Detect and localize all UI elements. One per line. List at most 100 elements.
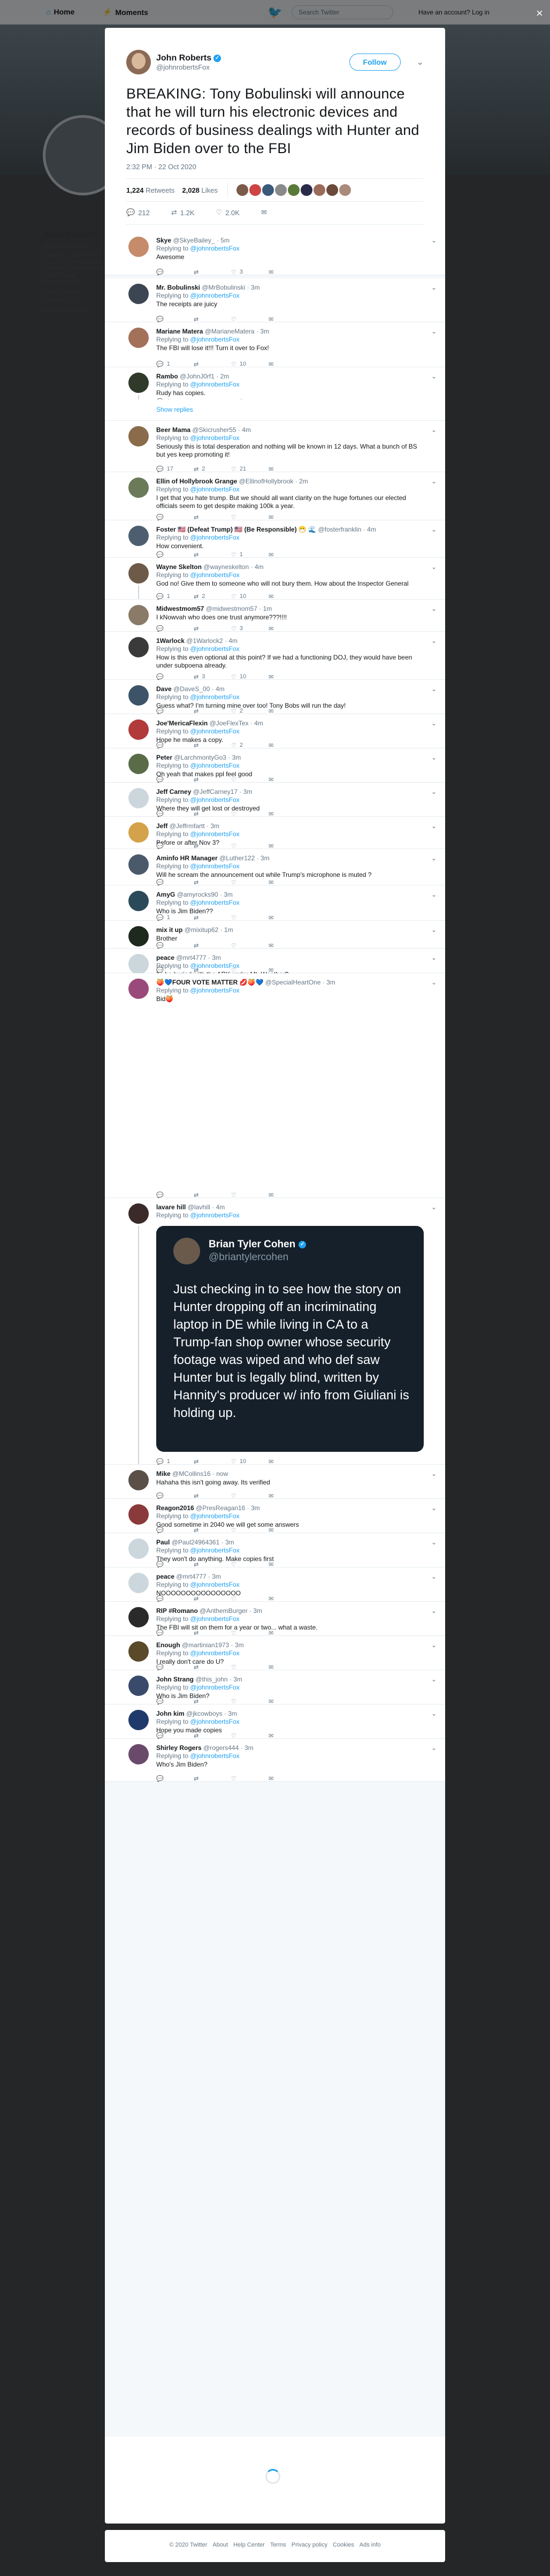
reply-timestamp[interactable]: 4m	[254, 719, 263, 727]
chevron-down-icon[interactable]: ⌄	[431, 1504, 437, 1512]
mention-link[interactable]: @johnrobertsFox	[190, 1615, 239, 1623]
reply-timestamp[interactable]: 3m	[261, 854, 270, 862]
avatar[interactable]	[128, 719, 149, 740]
chevron-down-icon[interactable]: ⌄	[431, 788, 437, 795]
avatar[interactable]	[128, 605, 149, 625]
mention-link[interactable]: @johnrobertsFox	[190, 862, 239, 870]
reply-author-name[interactable]: lavare hill	[156, 1203, 186, 1211]
reply-timestamp[interactable]: 2m	[220, 373, 230, 380]
avatar[interactable]	[128, 1573, 149, 1593]
footer-link[interactable]: Help Center	[233, 2542, 265, 2562]
avatar[interactable]	[128, 1744, 149, 1764]
avatar[interactable]	[300, 184, 312, 196]
reply-timestamp[interactable]: 3m	[225, 1539, 234, 1546]
avatar[interactable]	[249, 184, 261, 196]
avatar[interactable]	[128, 373, 149, 393]
reply-author-name[interactable]: Joe'MericaFlexin	[156, 719, 208, 727]
mention-link[interactable]: @johnrobertsFox	[190, 336, 239, 343]
reply-timestamp[interactable]: 3m	[260, 328, 269, 335]
chevron-down-icon[interactable]: ⌄	[431, 237, 437, 244]
tweet-timestamp[interactable]: 2:32 PM · 22 Oct 2020	[126, 163, 424, 171]
chevron-down-icon[interactable]: ⌄	[431, 563, 437, 571]
like-button[interactable]: ♡ 2.0K	[216, 208, 240, 217]
chevron-down-icon[interactable]: ⌄	[431, 685, 437, 693]
reply-author-name[interactable]: Mike	[156, 1470, 171, 1478]
chevron-down-icon[interactable]: ⌄	[431, 1470, 437, 1478]
mention-link[interactable]: @johnrobertsFox	[190, 434, 239, 442]
reply-author-name[interactable]: Rambo	[156, 373, 178, 380]
footer-link[interactable]: Ads info	[360, 2542, 381, 2562]
retweet-button[interactable]: ⇄	[194, 1775, 231, 1783]
avatar[interactable]	[128, 891, 149, 911]
reply-author-name[interactable]: Wayne Skelton	[156, 563, 202, 571]
mention-link[interactable]: @johnrobertsFox	[190, 1547, 239, 1554]
avatar[interactable]	[128, 1607, 149, 1627]
reply-author-name[interactable]: John Strang	[156, 1676, 194, 1683]
avatar[interactable]	[326, 184, 338, 196]
reply-timestamp[interactable]: 4m	[255, 563, 264, 571]
mention-link[interactable]: @johnrobertsFox	[190, 245, 239, 252]
avatar[interactable]	[128, 1710, 149, 1730]
mention-link[interactable]: @johnrobertsFox	[190, 1649, 239, 1657]
mention-link[interactable]: @johnrobertsFox	[190, 1512, 239, 1520]
avatar[interactable]	[128, 788, 149, 808]
reply-author-name[interactable]: Reagon2016	[156, 1504, 194, 1512]
reply-author-name[interactable]: Jeff Carney	[156, 788, 191, 795]
like-button[interactable]: ♡	[231, 1775, 269, 1783]
chevron-down-icon[interactable]: ⌄	[431, 1710, 437, 1717]
reply-author-name[interactable]: Aminfo HR Manager	[156, 854, 218, 862]
reply-timestamp[interactable]: 4m	[242, 426, 251, 434]
chevron-down-icon[interactable]: ⌄	[431, 284, 437, 291]
chevron-down-icon[interactable]: ⌄	[431, 954, 437, 961]
share-button[interactable]: ✉	[269, 1775, 306, 1783]
chevron-down-icon[interactable]: ⌄	[431, 854, 437, 862]
chevron-down-icon[interactable]: ⌄	[431, 328, 437, 335]
reply-author-name[interactable]: Mariane Matera	[156, 328, 203, 335]
reply-author-name[interactable]: AmyG	[156, 891, 175, 898]
chevron-down-icon[interactable]: ⌄	[431, 719, 437, 727]
avatar[interactable]	[287, 184, 300, 196]
avatar[interactable]	[128, 284, 149, 304]
reply-timestamp[interactable]: 3m	[212, 1573, 221, 1580]
chevron-down-icon[interactable]: ⌄	[417, 57, 424, 67]
retweets-stat[interactable]: 1,224 Retweets	[126, 186, 174, 194]
footer-link[interactable]: Cookies	[333, 2542, 354, 2562]
retweet-button[interactable]: ⇄	[194, 269, 231, 276]
retweet-button[interactable]: ⇄ 1.2K	[171, 208, 195, 217]
chevron-down-icon[interactable]: ⌄	[431, 1641, 437, 1649]
avatar[interactable]	[128, 1203, 149, 1224]
reply-timestamp[interactable]: 3m	[212, 954, 221, 961]
reply-timestamp[interactable]: 3m	[210, 822, 219, 830]
reply-timestamp[interactable]: 1m	[224, 926, 233, 934]
avatar[interactable]	[339, 184, 351, 196]
reply-timestamp[interactable]: 5m	[220, 237, 230, 244]
avatar[interactable]	[274, 184, 287, 196]
reply-author-name[interactable]: 1Warlock	[156, 637, 185, 645]
avatar[interactable]	[128, 637, 149, 657]
mention-link[interactable]: @johnrobertsFox	[190, 534, 239, 541]
reply-author-name[interactable]: RIP #Romano	[156, 1607, 198, 1615]
chevron-down-icon[interactable]: ⌄	[431, 926, 437, 934]
avatar[interactable]	[128, 1504, 149, 1525]
mention-link[interactable]: @johnrobertsFox	[190, 693, 239, 701]
reply-author-name[interactable]: Enough	[156, 1641, 180, 1649]
chevron-down-icon[interactable]: ⌄	[431, 1539, 437, 1546]
reply-button[interactable]: 💬	[156, 1775, 194, 1783]
reply-author-name[interactable]: Midwestmom57	[156, 605, 204, 612]
chevron-down-icon[interactable]: ⌄	[431, 891, 437, 898]
reply-timestamp[interactable]: 3m	[326, 979, 335, 986]
reply-timestamp[interactable]: 3m	[228, 1710, 237, 1717]
footer-link[interactable]: Privacy policy	[292, 2542, 327, 2562]
chevron-down-icon[interactable]: ⌄	[431, 1607, 437, 1615]
avatar[interactable]	[128, 1676, 149, 1696]
reply-timestamp[interactable]: 3m	[251, 284, 260, 291]
avatar[interactable]	[128, 426, 149, 446]
avatar[interactable]	[128, 1470, 149, 1490]
avatar[interactable]	[128, 822, 149, 843]
reply-timestamp[interactable]: 4m	[216, 685, 225, 693]
reply-author-name[interactable]: peace	[156, 1573, 174, 1580]
mention-link[interactable]: @johnrobertsFox	[190, 1684, 239, 1691]
reply-author-name[interactable]: Paul	[156, 1539, 170, 1546]
footer-link[interactable]: About	[212, 2542, 228, 2562]
chevron-down-icon[interactable]: ⌄	[431, 526, 437, 533]
